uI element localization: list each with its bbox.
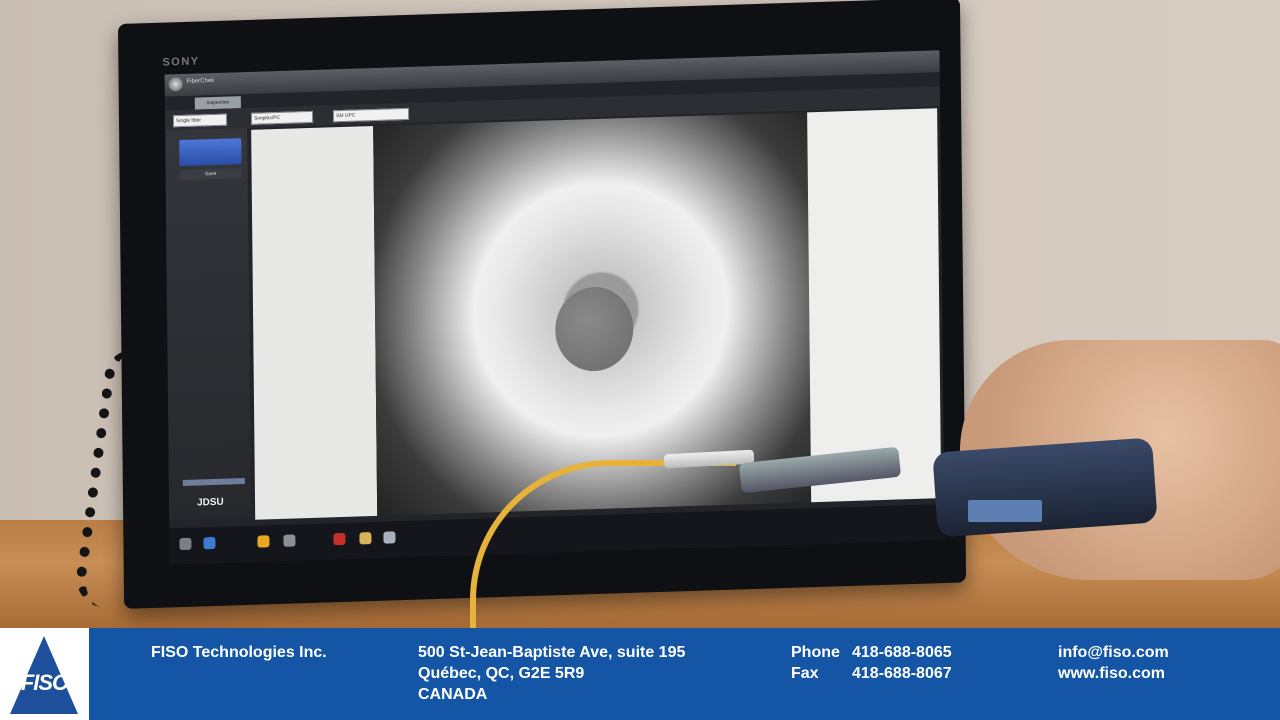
contact-banner: FISO FISO Technologies Inc. 500 St-Jean-… <box>0 628 1280 720</box>
fax-label: Fax <box>791 665 819 682</box>
address-line-2: Québec, QC, G2E 5R9 <box>418 665 585 682</box>
app-icon[interactable] <box>333 532 346 546</box>
video-frame: SONY FiberChek Inspection Single fiber S… <box>0 0 1280 628</box>
phone-label: Phone <box>791 644 840 661</box>
email-link[interactable]: info@fiso.com <box>1058 642 1169 663</box>
monitor-brand: SONY <box>162 55 200 69</box>
start-icon[interactable] <box>179 537 192 551</box>
test-button[interactable] <box>179 138 242 167</box>
save-button[interactable]: Save <box>179 168 242 181</box>
progress-bar <box>182 478 245 486</box>
device-display <box>968 500 1042 522</box>
app-icon[interactable] <box>257 535 270 548</box>
fiber-type-select[interactable]: Single fiber <box>172 113 228 128</box>
app-icon[interactable] <box>383 531 396 544</box>
app-title: FiberChek <box>186 77 215 85</box>
right-image-pane <box>807 108 942 503</box>
address-line-3: CANADA <box>418 686 488 703</box>
fax-number: 418-688-8067 <box>852 665 952 682</box>
address-line-1: 500 St-Jean-Baptiste Ave, suite 195 <box>418 644 686 661</box>
vendor-logo: JDSU <box>196 496 224 509</box>
profile-select[interactable]: SM UPC <box>332 107 410 123</box>
handheld-probe-device <box>932 437 1158 538</box>
browser-icon[interactable] <box>203 536 216 550</box>
phone-number: 418-688-8065 <box>852 644 952 661</box>
app-icon[interactable] <box>283 534 296 547</box>
connector-select[interactable]: Simplex/PC <box>250 110 314 125</box>
logo-text: FISO <box>20 670 69 695</box>
company-logo: FISO <box>0 628 89 720</box>
app-logo-icon <box>168 76 183 92</box>
left-panel: Save JDSU <box>165 127 252 521</box>
website-link[interactable]: www.fiso.com <box>1058 663 1165 684</box>
folder-icon[interactable] <box>359 532 372 545</box>
left-image-pane <box>251 125 378 520</box>
company-name: FISO Technologies Inc. <box>151 644 327 661</box>
